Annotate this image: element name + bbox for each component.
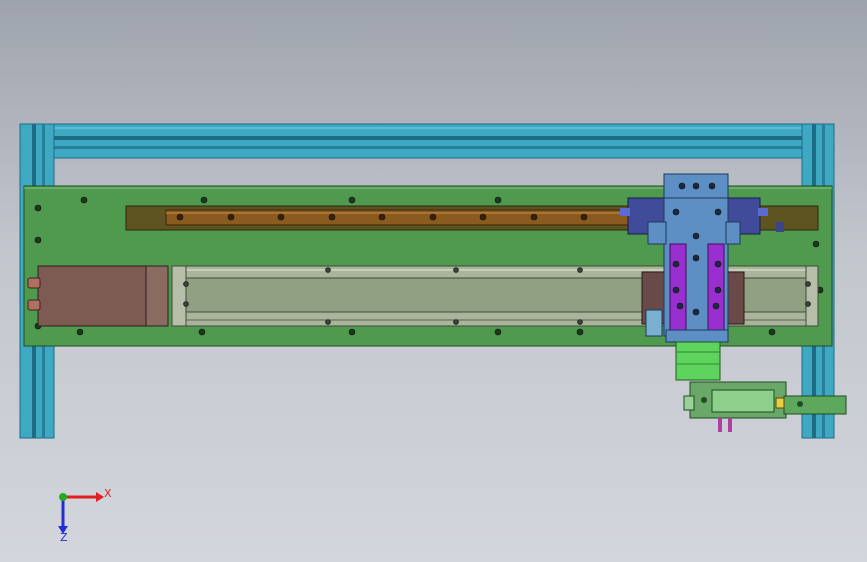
actuator-screw bbox=[453, 319, 459, 325]
plate-hole bbox=[198, 328, 206, 336]
motor-connector-lower bbox=[27, 299, 41, 311]
gripper-cylinder bbox=[675, 341, 721, 381]
plate-hole bbox=[768, 328, 776, 336]
plate-hole bbox=[76, 328, 84, 336]
x-axis-label: X bbox=[104, 487, 112, 500]
actuator-screw bbox=[453, 267, 459, 273]
carriage-screw bbox=[678, 182, 686, 190]
rail-hole bbox=[429, 213, 437, 221]
frame-top-beam-slot bbox=[54, 136, 802, 140]
actuator-screw bbox=[805, 301, 811, 307]
carriage-screw bbox=[672, 208, 680, 216]
actuator-screw bbox=[183, 301, 189, 307]
cad-viewport[interactable]: X Z bbox=[0, 0, 867, 562]
carriage-side-wing-right bbox=[725, 221, 741, 245]
carriage-screw bbox=[692, 182, 700, 190]
y-axis-dot bbox=[59, 493, 67, 501]
actuator-screw bbox=[577, 319, 583, 325]
frame-top-beam bbox=[21, 123, 835, 159]
slider-bolt bbox=[620, 208, 630, 216]
plate-hole bbox=[494, 196, 502, 204]
rail-hole bbox=[479, 213, 487, 221]
plate-hole bbox=[812, 240, 820, 248]
plate-hole bbox=[494, 328, 502, 336]
carriage-side-wing-left bbox=[647, 221, 667, 245]
plate-hole bbox=[348, 328, 356, 336]
gripper-end-bracket bbox=[783, 395, 847, 415]
rail-hole bbox=[176, 213, 184, 221]
gripper-finger bbox=[718, 418, 722, 432]
rail-hole bbox=[378, 213, 386, 221]
plate-hole bbox=[34, 236, 42, 244]
servo-motor bbox=[37, 265, 165, 327]
carriage-screw bbox=[672, 260, 680, 268]
gripper-finger bbox=[728, 418, 732, 432]
guide-rail bbox=[165, 209, 641, 226]
actuator-screw bbox=[183, 281, 189, 287]
frame-top-beam-slot bbox=[54, 146, 802, 149]
slider-bolt bbox=[758, 208, 768, 216]
motor-flange bbox=[145, 265, 169, 327]
carriage-screw bbox=[712, 302, 720, 310]
slider-bolt bbox=[776, 222, 784, 232]
axis-triad bbox=[58, 492, 104, 534]
carriage-screw bbox=[692, 232, 700, 240]
rail-hole bbox=[530, 213, 538, 221]
motor-connector-upper bbox=[27, 277, 41, 289]
actuator-end-cap-left bbox=[171, 265, 187, 327]
actuator-screw bbox=[325, 319, 331, 325]
actuator-screw bbox=[577, 267, 583, 273]
carriage-screw bbox=[708, 182, 716, 190]
z-axis-label: Z bbox=[60, 531, 68, 544]
carriage-screw bbox=[672, 286, 680, 294]
carriage-screw bbox=[676, 302, 684, 310]
plate-hole bbox=[576, 328, 584, 336]
gripper-screw bbox=[701, 397, 707, 403]
plate-hole bbox=[80, 196, 88, 204]
actuator-end-cap-right bbox=[805, 265, 819, 327]
carriage-screw bbox=[692, 254, 700, 262]
carriage-screw bbox=[714, 286, 722, 294]
gripper-tip bbox=[775, 397, 785, 409]
carriage-screw bbox=[714, 260, 722, 268]
actuator-screw bbox=[325, 267, 331, 273]
carriage-bottom-block bbox=[665, 329, 729, 343]
gripper-screw bbox=[797, 401, 803, 407]
carriage-screw bbox=[692, 308, 700, 316]
rail-hole bbox=[277, 213, 285, 221]
x-axis-arrowhead bbox=[96, 492, 104, 502]
rail-hole bbox=[580, 213, 588, 221]
air-fitting bbox=[645, 309, 663, 337]
rail-hole bbox=[328, 213, 336, 221]
linear-module-drawing[interactable] bbox=[0, 0, 867, 562]
gripper-jaw-plate bbox=[711, 389, 775, 413]
plate-hole bbox=[348, 196, 356, 204]
plate-hole bbox=[200, 196, 208, 204]
gripper-fitting-left bbox=[683, 395, 695, 411]
carriage-screw bbox=[714, 208, 722, 216]
actuator-screw bbox=[805, 281, 811, 287]
plate-hole bbox=[34, 204, 42, 212]
rail-hole bbox=[227, 213, 235, 221]
